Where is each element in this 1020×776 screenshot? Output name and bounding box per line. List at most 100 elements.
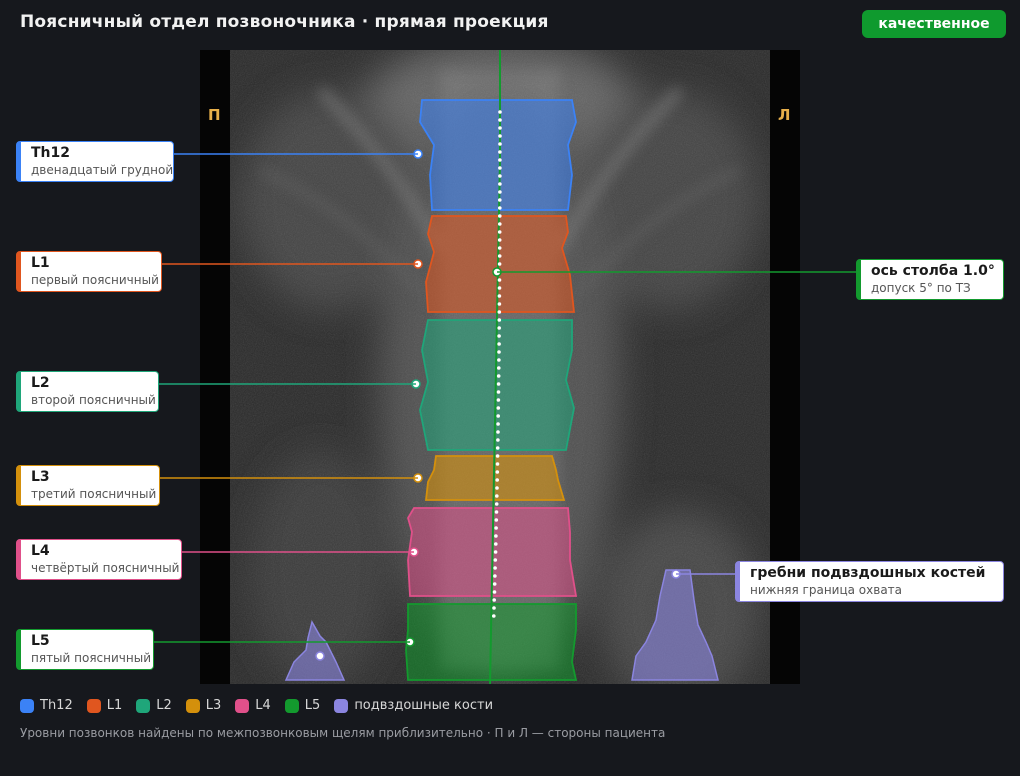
axis-dot <box>494 502 499 506</box>
page-title: Поясничный отдел позвоночника · прямая п… <box>20 12 549 32</box>
axis-dot <box>497 262 502 266</box>
legend-swatch <box>235 698 250 713</box>
vertebra-name: третий поясничный <box>31 487 157 501</box>
xray-render <box>200 50 800 684</box>
xray-image: П Л <box>200 50 800 684</box>
legend-label: L3 <box>205 698 222 713</box>
axis-dot <box>496 374 501 378</box>
legend-item-l3: L3 <box>185 698 222 713</box>
callout-spine-axis[interactable]: ось столба 1.0° допуск 5° по ТЗ <box>856 259 1004 300</box>
axis-dot <box>498 206 502 210</box>
legend-item-th12: Th12 <box>20 698 73 713</box>
callout-l2[interactable]: L2 второй поясничный <box>16 371 159 412</box>
axis-dot <box>492 590 497 594</box>
axis-dot <box>498 182 502 186</box>
vertebra-name: пятый поясничный <box>31 651 151 665</box>
vertebra-name: четвёртый поясничный <box>31 561 180 575</box>
vertebra-code: L3 <box>31 469 50 485</box>
legend-label: L2 <box>156 698 172 713</box>
axis-dot <box>494 510 499 514</box>
axis-dot <box>498 166 502 170</box>
axis-dot <box>496 414 501 418</box>
axis-dot <box>498 126 502 130</box>
vertebra-code: L5 <box>31 633 50 649</box>
legend: Th12 L1 L2 L3 L4 L5 подвздошные кости <box>20 698 507 713</box>
axis-dot <box>493 550 498 554</box>
axis-dot <box>492 614 496 618</box>
legend-label: L4 <box>255 698 271 713</box>
legend-swatch <box>86 698 101 713</box>
vertebra-name: двенадцатый грудной <box>31 163 174 177</box>
axis-dot <box>498 214 502 218</box>
axis-dot <box>498 190 502 194</box>
legend-label: Th12 <box>40 698 73 713</box>
axis-dot <box>494 518 499 522</box>
legend-item-iliac: подвздошные кости <box>334 698 493 713</box>
axis-dot <box>497 286 502 290</box>
quality-badge[interactable]: качественное <box>862 10 1006 38</box>
axis-tolerance: допуск 5° по ТЗ <box>871 281 971 295</box>
axis-dot <box>497 246 502 250</box>
axis-dot <box>497 358 501 362</box>
axis-dot <box>498 150 502 154</box>
iliac-subtitle: нижняя граница охвата <box>750 583 903 597</box>
callout-iliac-crests[interactable]: гребни подвздошных костей нижняя граница… <box>735 561 1004 602</box>
callout-l4[interactable]: L4 четвёртый поясничный <box>16 539 182 580</box>
axis-dot <box>496 390 501 394</box>
axis-dot <box>497 238 502 242</box>
axis-dot <box>497 350 501 354</box>
legend-label: подвздошные кости <box>354 698 494 713</box>
callout-l3[interactable]: L3 третий поясничный <box>16 465 160 506</box>
axis-dot <box>495 478 500 482</box>
legend-label: L5 <box>304 698 321 713</box>
axis-dot <box>493 566 497 570</box>
axis-dot <box>494 526 498 530</box>
callout-l5[interactable]: L5 пятый поясничный <box>16 629 154 670</box>
axis-dot <box>495 494 499 498</box>
axis-dot <box>494 534 498 538</box>
axis-dot <box>497 326 502 330</box>
axis-dot <box>496 438 500 442</box>
axis-dot <box>497 318 502 322</box>
callout-l1[interactable]: L1 первый поясничный <box>16 251 162 292</box>
axis-dot <box>497 342 501 346</box>
axis-dot <box>495 446 500 450</box>
axis-dot <box>497 254 502 258</box>
axis-dot <box>496 398 501 402</box>
axis-dot <box>495 462 500 466</box>
axis-dot <box>498 158 502 162</box>
patient-left-marker: Л <box>778 106 791 124</box>
axis-dot <box>497 294 502 298</box>
vertebra-code: L1 <box>31 255 50 271</box>
axis-dot <box>496 422 500 426</box>
axis-dot <box>498 174 502 178</box>
axis-dot <box>498 110 502 114</box>
axis-dot <box>496 382 501 386</box>
vertebra-code: L2 <box>31 375 50 391</box>
axis-dot <box>498 142 502 146</box>
legend-item-l1: L1 <box>86 698 122 713</box>
legend-item-l2: L2 <box>136 698 172 713</box>
vertebra-name: первый поясничный <box>31 273 159 287</box>
legend-swatch <box>284 698 299 713</box>
axis-dot <box>497 302 502 306</box>
legend-swatch <box>185 698 200 713</box>
legend-swatch <box>20 698 34 713</box>
legend-swatch <box>334 698 349 713</box>
axis-dot <box>494 542 498 546</box>
axis-dot <box>492 598 497 602</box>
vertebra-name: второй поясничный <box>31 393 156 407</box>
axis-dot <box>498 134 502 138</box>
axis-dot <box>497 366 501 370</box>
axis-dot <box>496 430 500 434</box>
callout-th12[interactable]: Th12 двенадцатый грудной <box>16 141 174 182</box>
axis-dot <box>497 230 502 234</box>
axis-dot <box>493 574 497 578</box>
axis-dot <box>498 118 502 122</box>
vertebra-code: Th12 <box>31 145 70 161</box>
legend-swatch <box>136 698 151 713</box>
axis-dot <box>497 278 502 282</box>
patient-right-marker: П <box>208 106 221 124</box>
iliac-title: гребни подвздошных костей <box>750 565 986 581</box>
axis-dot <box>493 558 498 562</box>
